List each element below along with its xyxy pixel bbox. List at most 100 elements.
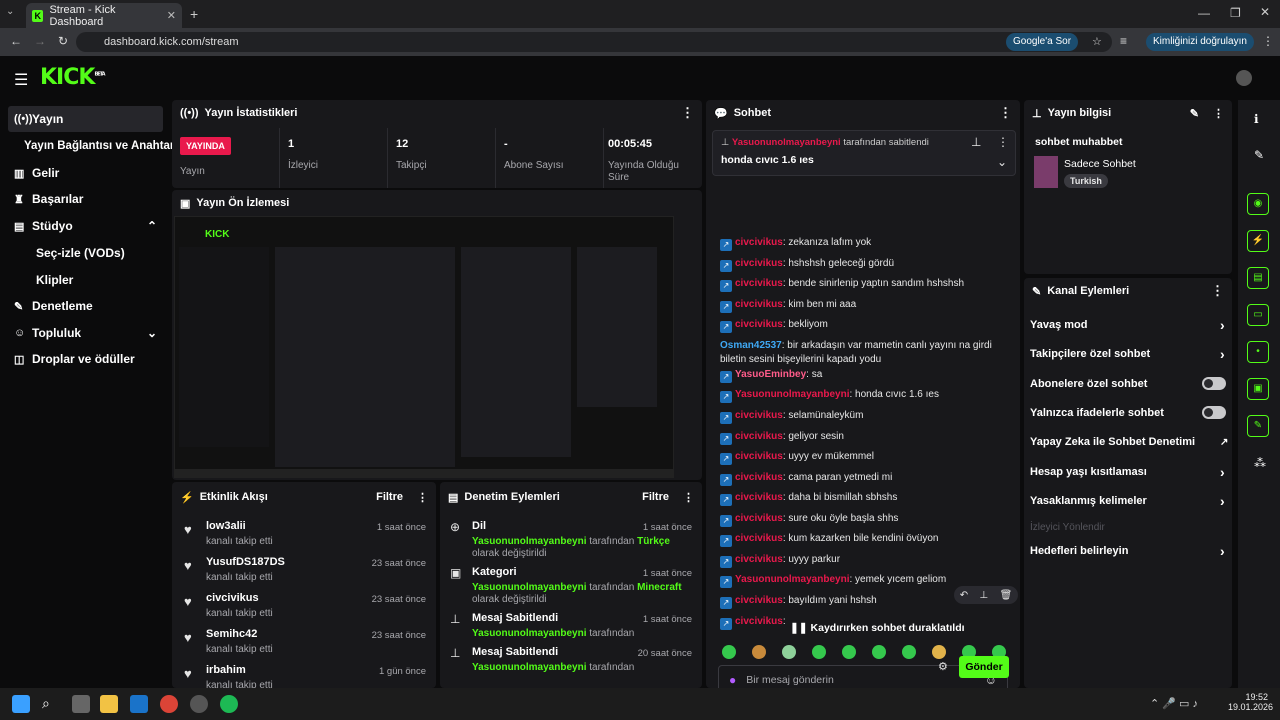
sidebar-item-revenue[interactable]: ▥ Gelir — [8, 160, 163, 186]
document-icon[interactable]: ▤ — [1247, 267, 1269, 289]
back-icon[interactable]: ← — [10, 34, 22, 48]
chat-message[interactable]: ↗ YasuoEminbey: sa — [720, 368, 1010, 383]
unpin-icon[interactable]: ⊥ — [971, 135, 981, 149]
identity-button[interactable]: Kimliğinizi doğrulayın — [1146, 33, 1254, 51]
url-field[interactable]: dashboard.kick.com/stream Google'a Sor ☆ — [76, 32, 1112, 52]
preview-icon[interactable]: ▣ — [1247, 378, 1269, 400]
kick-logo[interactable]: KICKBETA — [40, 65, 106, 90]
chat-message[interactable]: ↗ civcivikus: geliyor sesin — [720, 430, 1010, 445]
edit-layout-icon[interactable]: ✎ — [1254, 148, 1264, 162]
reply-icon[interactable]: ↶ — [960, 590, 968, 601]
chat-message[interactable]: ↗ civcivikus: selamünaleyküm — [720, 409, 1010, 424]
more-options-icon[interactable]: ⋮ — [681, 105, 694, 121]
filter-button[interactable]: Filtre — [642, 491, 669, 503]
followers-only-row[interactable]: Takipçilere özel sohbet › — [1030, 343, 1230, 365]
chat-message[interactable]: ↗ civcivikus: uyyy parkur — [720, 553, 1010, 568]
forward-icon[interactable]: → — [34, 34, 46, 48]
chat-username[interactable]: civcivikus — [735, 319, 783, 330]
clock[interactable]: 19:52 19.01.2026 — [1228, 692, 1273, 712]
windows-start-icon[interactable] — [12, 695, 30, 713]
chat-message[interactable]: ↗ civcivikus: kim ben mi aaa — [720, 298, 1010, 313]
slow-mode-row[interactable]: Yavaş mod › — [1030, 314, 1230, 336]
broadcast-icon[interactable]: • — [1247, 341, 1269, 363]
delete-icon[interactable]: 🗑 — [1000, 590, 1013, 601]
chat-username[interactable]: civcivikus — [735, 299, 783, 310]
restore-icon[interactable]: ❐ — [1230, 6, 1241, 20]
more-options-icon[interactable]: ⋮ — [417, 491, 428, 504]
browser-tab[interactable]: K Stream - Kick Dashboard ✕ — [26, 3, 182, 28]
chat-username[interactable]: Osman42537 — [720, 340, 782, 351]
chat-message[interactable]: ↗ civcivikus: kum kazarken bile kendini ö… — [720, 532, 1010, 547]
google-ask-button[interactable]: Google'a Sor — [1006, 33, 1079, 51]
chat-username[interactable]: civcivikus — [735, 513, 783, 524]
emote-icon[interactable] — [842, 645, 856, 659]
pinned-more-icon[interactable]: ⋮ — [997, 135, 1009, 149]
new-tab-icon[interactable]: + — [190, 6, 198, 22]
chat-username[interactable]: civcivikus — [735, 451, 783, 462]
user-avatar[interactable] — [1236, 70, 1252, 86]
sidebar-item-stream-key[interactable]: Yayın Bağlantısı ve Anahtarı — [18, 133, 178, 159]
chat-username[interactable]: civcivikus — [735, 595, 783, 606]
emote-icon[interactable] — [812, 645, 826, 659]
emote-only-toggle[interactable] — [1202, 406, 1226, 419]
close-tab-icon[interactable]: ✕ — [167, 9, 176, 22]
bookmark-star-icon[interactable]: ☆ — [1092, 32, 1102, 52]
more-options-icon[interactable]: ⋮ — [683, 491, 694, 504]
chat-message[interactable]: ↗ civcivikus: daha bi bismillah sbhshs — [720, 491, 1010, 506]
file-explorer-icon[interactable] — [100, 695, 118, 713]
emote-icon[interactable] — [872, 645, 886, 659]
chat-message[interactable]: ↗ civcivikus: hshshsh geleceği gördü — [720, 257, 1010, 272]
account-age-row[interactable]: Hesap yaşı kısıtlaması › — [1030, 461, 1230, 483]
chat-username[interactable]: civcivikus — [735, 431, 783, 442]
stream-preview-video[interactable]: KICK — [174, 216, 674, 478]
chat-message[interactable]: ↗ Yasuonunolmayanbeyni: honda cıvıc 1.6 ı… — [720, 388, 1010, 403]
sidebar-item-moderation[interactable]: ✎ Denetleme — [8, 293, 163, 319]
emote-icon[interactable] — [752, 645, 766, 659]
pinned-message[interactable]: ⊥ Yasuonunolmayanbeyni tarafından sabitl… — [712, 130, 1016, 176]
tab-search-icon[interactable]: ≡ — [1120, 34, 1127, 48]
chrome-icon[interactable] — [160, 695, 178, 713]
edit-icon[interactable]: ✎ — [1190, 107, 1199, 120]
chat-message[interactable]: ↗ civcivikus: bekliyom — [720, 318, 1010, 333]
lightning-icon[interactable]: ⚡ — [1247, 230, 1269, 252]
steam-icon[interactable] — [190, 695, 208, 713]
chat-message[interactable]: ↗ civcivikus: uyyy ev mükemmel — [720, 450, 1010, 465]
chat-username[interactable]: civcivikus — [735, 492, 783, 503]
task-view-icon[interactable] — [72, 695, 90, 713]
chat-username[interactable]: Yasuonunolmayanbeyni — [735, 389, 849, 400]
send-button[interactable]: Gönder — [959, 656, 1009, 678]
search-icon[interactable]: ⌕ — [42, 695, 60, 713]
chat-username[interactable]: civcivikus — [735, 472, 783, 483]
outlook-icon[interactable] — [130, 695, 148, 713]
sidebar-item-clips[interactable]: Klipler — [30, 267, 163, 293]
chevron-down-icon[interactable]: ⌄ — [997, 155, 1007, 169]
banned-words-row[interactable]: Yasaklanmış kelimeler › — [1030, 490, 1230, 512]
chat-message[interactable]: ↗ civcivikus: cama paran yetmedi mi — [720, 471, 1010, 486]
chat-username[interactable]: civcivikus — [735, 554, 783, 565]
more-options-icon[interactable]: ⋮ — [1211, 283, 1224, 299]
chat-username[interactable]: civcivikus — [735, 278, 783, 289]
info-icon[interactable]: ℹ — [1254, 112, 1259, 126]
sidebar-item-drops[interactable]: ◫ Droplar ve ödüller — [8, 346, 163, 372]
more-options-icon[interactable]: ⋮ — [1213, 107, 1224, 120]
sidebar-item-community[interactable]: ☺ Topluluk ⌄ — [8, 320, 163, 346]
wrench-icon[interactable]: ✎ — [1247, 415, 1269, 437]
sidebar-item-studio[interactable]: ▤ Stüdyo ⌃ — [8, 213, 163, 239]
chat-username[interactable]: Yasuonunolmayanbeyni — [735, 574, 849, 585]
chat-icon[interactable]: ▭ — [1247, 304, 1269, 326]
set-goals-row[interactable]: Hedefleri belirleyin › — [1030, 540, 1230, 562]
sidebar-item-vods[interactable]: Seç-izle (VODs) — [30, 240, 163, 266]
tag-badge[interactable]: Turkish — [1064, 174, 1108, 188]
spotify-icon[interactable] — [220, 695, 238, 713]
emote-icon[interactable] — [722, 645, 736, 659]
more-options-icon[interactable]: ⋮ — [999, 105, 1012, 121]
add-widget-icon[interactable]: ⁂ — [1254, 456, 1266, 470]
sidebar-item-stream[interactable]: ((•)) Yayın — [8, 106, 163, 132]
reload-icon[interactable]: ↻ — [58, 34, 68, 48]
chat-message[interactable]: ↗ civcivikus: sure oku öyle başla shhs — [720, 512, 1010, 527]
sidebar-item-achievements[interactable]: ♜ Başarılar — [8, 186, 163, 212]
browser-menu-icon[interactable]: ⋮ — [1262, 34, 1274, 48]
emote-icon[interactable] — [782, 645, 796, 659]
chat-paused-notice[interactable]: ❚❚ Kaydırırken sohbet duraklatıldı — [786, 620, 969, 636]
tray-icons[interactable]: ⌃ 🎤 ▭ ♪ — [1150, 697, 1198, 710]
